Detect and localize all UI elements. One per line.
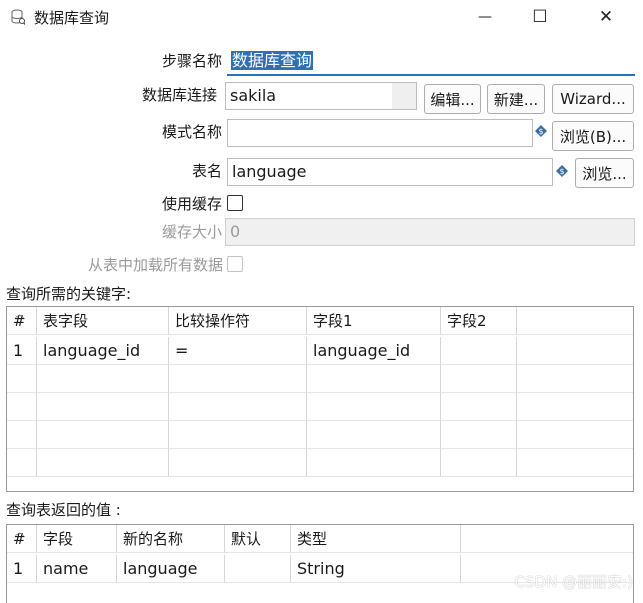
- dropdown-area: [392, 83, 416, 109]
- empty-row: [7, 449, 633, 477]
- schema-input[interactable]: [227, 119, 533, 147]
- return-table-header: ︿ # 字段 新的名称 默认 类型: [7, 525, 633, 553]
- minimize-icon: —: [478, 9, 492, 25]
- empty-row: [7, 421, 633, 449]
- table-row[interactable]: 1 language_id = language_id: [7, 337, 633, 365]
- column-header[interactable]: ︿ #: [7, 525, 37, 553]
- table-name-label: 表名: [191, 162, 222, 180]
- sort-caret-icon: ︿: [15, 528, 25, 538]
- column-header[interactable]: 字段2: [441, 307, 517, 335]
- new-connection-button[interactable]: 新建...: [487, 84, 545, 114]
- table-cell[interactable]: [441, 337, 517, 365]
- watermark-text: CSDN @丽丽安:): [514, 573, 633, 591]
- load-all-label: 从表中加载所有数据: [87, 256, 223, 274]
- step-name-label: 步骤名称: [161, 52, 222, 70]
- table-name-input[interactable]: language: [227, 158, 553, 186]
- step-name-input[interactable]: 数据库查询: [227, 48, 635, 76]
- database-icon: [11, 9, 25, 25]
- wizard-button[interactable]: Wizard...: [552, 84, 634, 114]
- dollar-variable-icon[interactable]: $: [556, 165, 568, 177]
- connection-value: sakila: [230, 86, 277, 105]
- table-cell[interactable]: [225, 555, 291, 583]
- table-cell-filler: [517, 337, 633, 365]
- connection-label: 数据库连接: [141, 86, 217, 104]
- table-cell: 1: [7, 555, 37, 583]
- cache-size-label: 缓存大小: [161, 223, 222, 241]
- table-cell[interactable]: language_id: [37, 337, 169, 365]
- cache-size-input: 0: [225, 218, 635, 246]
- maximize-icon: ☐: [532, 7, 548, 27]
- use-cache-checkbox[interactable]: [227, 195, 243, 211]
- column-header[interactable]: 比较操作符: [169, 307, 307, 335]
- dollar-variable-icon[interactable]: $: [535, 125, 547, 137]
- step-name-value: 数据库查询: [231, 51, 314, 70]
- table-cell[interactable]: language_id: [307, 337, 441, 365]
- column-header[interactable]: 类型: [291, 525, 461, 553]
- maximize-button[interactable]: ☐: [517, 0, 563, 34]
- column-header[interactable]: ︿ #: [7, 307, 37, 335]
- column-header[interactable]: 表字段: [37, 307, 169, 335]
- window-title: 数据库查询: [34, 9, 110, 27]
- column-header[interactable]: 字段1: [307, 307, 441, 335]
- browse-table-button[interactable]: 浏览...: [575, 158, 634, 188]
- load-all-checkbox: [227, 256, 243, 272]
- schema-label: 模式名称: [161, 123, 222, 141]
- edit-connection-button[interactable]: 编辑...: [424, 84, 481, 114]
- table-cell: 1: [7, 337, 37, 365]
- title-bar: 数据库查询 — ☐ ✕: [0, 0, 643, 34]
- table-cell[interactable]: name: [37, 555, 117, 583]
- svg-text:$: $: [559, 167, 564, 176]
- table-cell[interactable]: language: [117, 555, 225, 583]
- table-cell[interactable]: =: [169, 337, 307, 365]
- svg-text:$: $: [538, 127, 543, 136]
- column-header-filler: [461, 525, 633, 553]
- column-header[interactable]: 默认: [225, 525, 291, 553]
- close-icon: ✕: [598, 7, 614, 27]
- keys-table-header: ︿ # 表字段 比较操作符 字段1 字段2: [7, 307, 633, 335]
- return-section-label: 查询表返回的值 :: [6, 501, 121, 519]
- cache-size-value: 0: [230, 222, 241, 241]
- empty-row: [7, 365, 633, 393]
- minimize-button[interactable]: —: [462, 0, 508, 34]
- column-header-filler: [517, 307, 633, 335]
- column-header[interactable]: 字段: [37, 525, 117, 553]
- keys-section-label: 查询所需的关键字:: [6, 285, 132, 303]
- browse-schema-button[interactable]: 浏览(B)...: [552, 121, 634, 151]
- close-button[interactable]: ✕: [583, 0, 629, 34]
- empty-row: [7, 393, 633, 421]
- keys-table[interactable]: ︿ # 表字段 比较操作符 字段1 字段2 1 language_id = lan…: [6, 306, 634, 492]
- connection-select[interactable]: sakila: [225, 82, 417, 110]
- column-header[interactable]: 新的名称: [117, 525, 225, 553]
- use-cache-label: 使用缓存: [161, 195, 222, 213]
- table-name-value: language: [232, 162, 307, 181]
- sort-caret-icon: ︿: [15, 310, 25, 320]
- table-cell[interactable]: String: [291, 555, 461, 583]
